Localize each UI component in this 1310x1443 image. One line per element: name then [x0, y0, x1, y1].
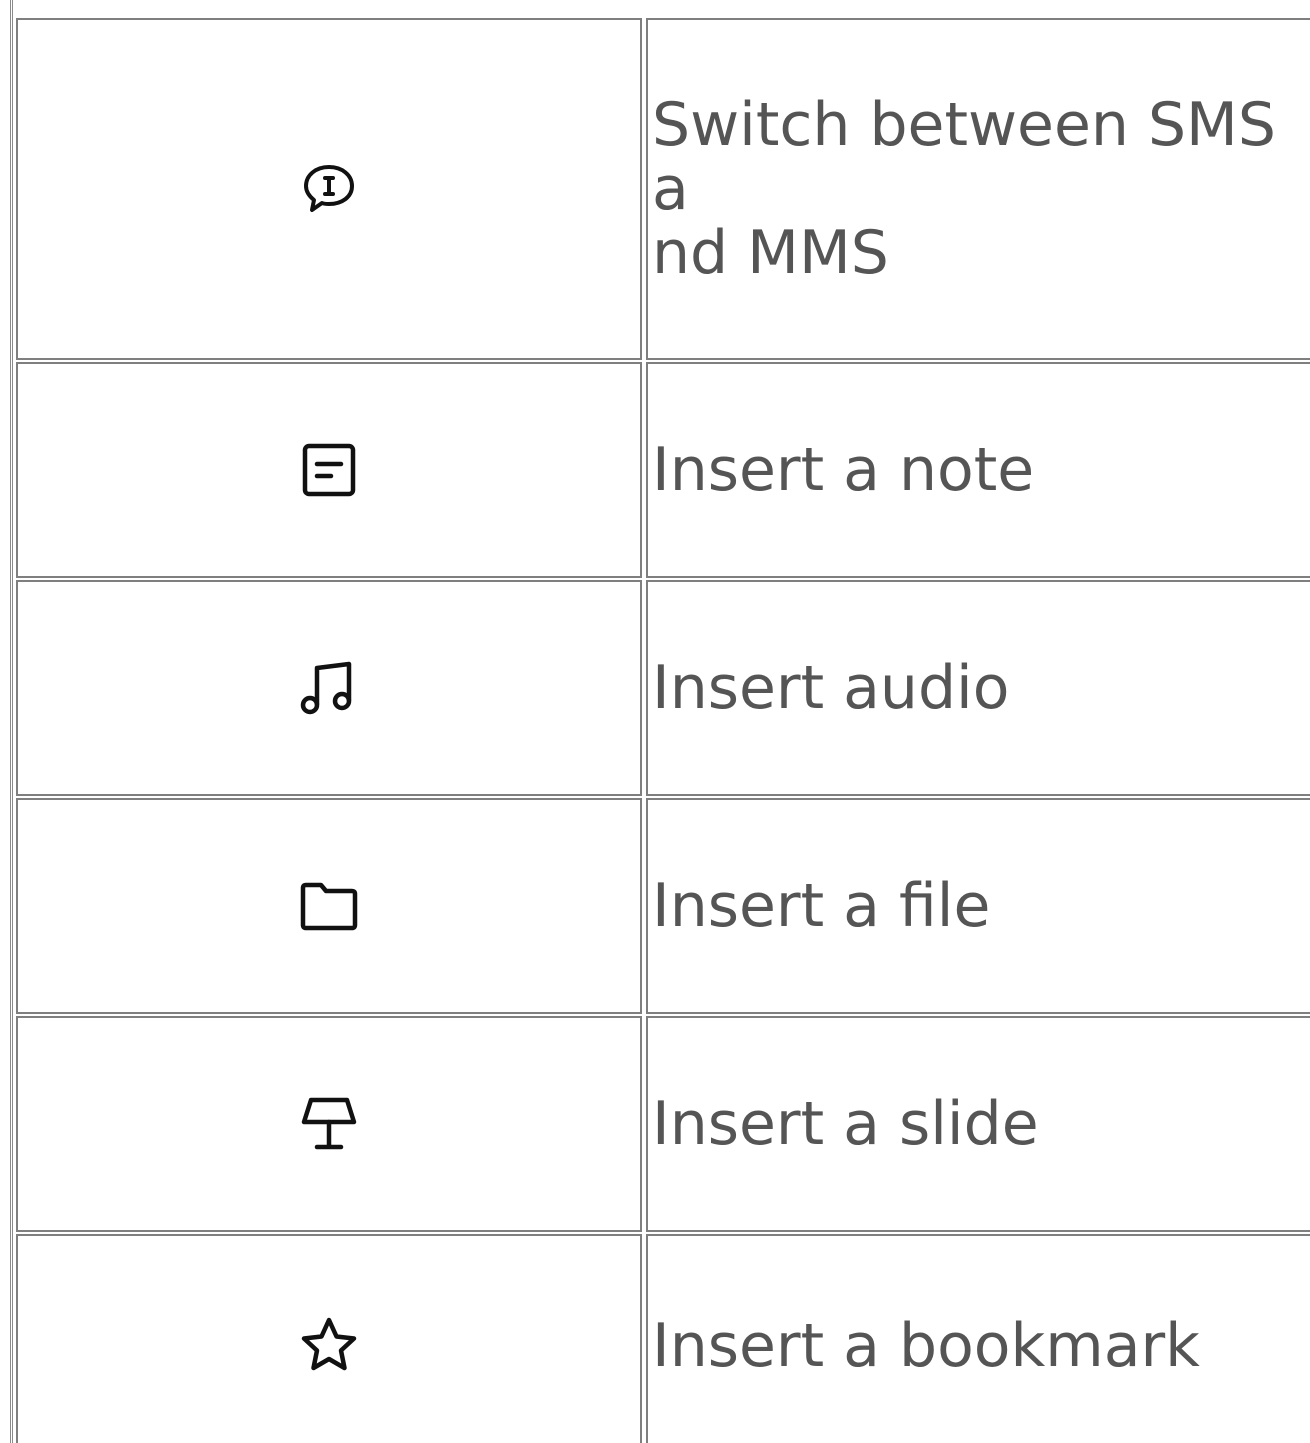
- note-icon: [297, 438, 361, 502]
- music-note-icon: [297, 656, 361, 720]
- row-label: Insert a note: [652, 438, 1035, 502]
- table-left-border: [10, 0, 13, 1443]
- folder-icon: [297, 874, 361, 938]
- table-row-text-cell: Insert audio: [646, 580, 1310, 796]
- message-mode-icon: [297, 157, 361, 221]
- table-row-text-cell: Insert a file: [646, 798, 1310, 1014]
- table-row-icon-cell: [16, 798, 642, 1014]
- row-label: Insert a slide: [652, 1092, 1039, 1156]
- table-row-icon-cell: [16, 362, 642, 578]
- row-label: Insert a bookmark: [652, 1314, 1200, 1378]
- slide-presenter-icon: [297, 1092, 361, 1156]
- row-label: Switch between SMS a nd MMS: [652, 93, 1276, 285]
- table-row-text-cell: Switch between SMS a nd MMS: [646, 18, 1310, 360]
- table-row-icon-cell: [16, 1016, 642, 1232]
- icon-reference-table: Switch between SMS a nd MMS Insert a not…: [0, 0, 1310, 1443]
- table-row-icon-cell: [16, 1234, 642, 1443]
- star-icon: [297, 1314, 361, 1378]
- table-row-text-cell: Insert a note: [646, 362, 1310, 578]
- row-label: Insert audio: [652, 656, 1010, 720]
- table-row-icon-cell: [16, 580, 642, 796]
- row-label: Insert a file: [652, 874, 991, 938]
- table-row-text-cell: Insert a slide: [646, 1016, 1310, 1232]
- table-row-text-cell: Insert a bookmark: [646, 1234, 1310, 1443]
- table-row-icon-cell: [16, 18, 642, 360]
